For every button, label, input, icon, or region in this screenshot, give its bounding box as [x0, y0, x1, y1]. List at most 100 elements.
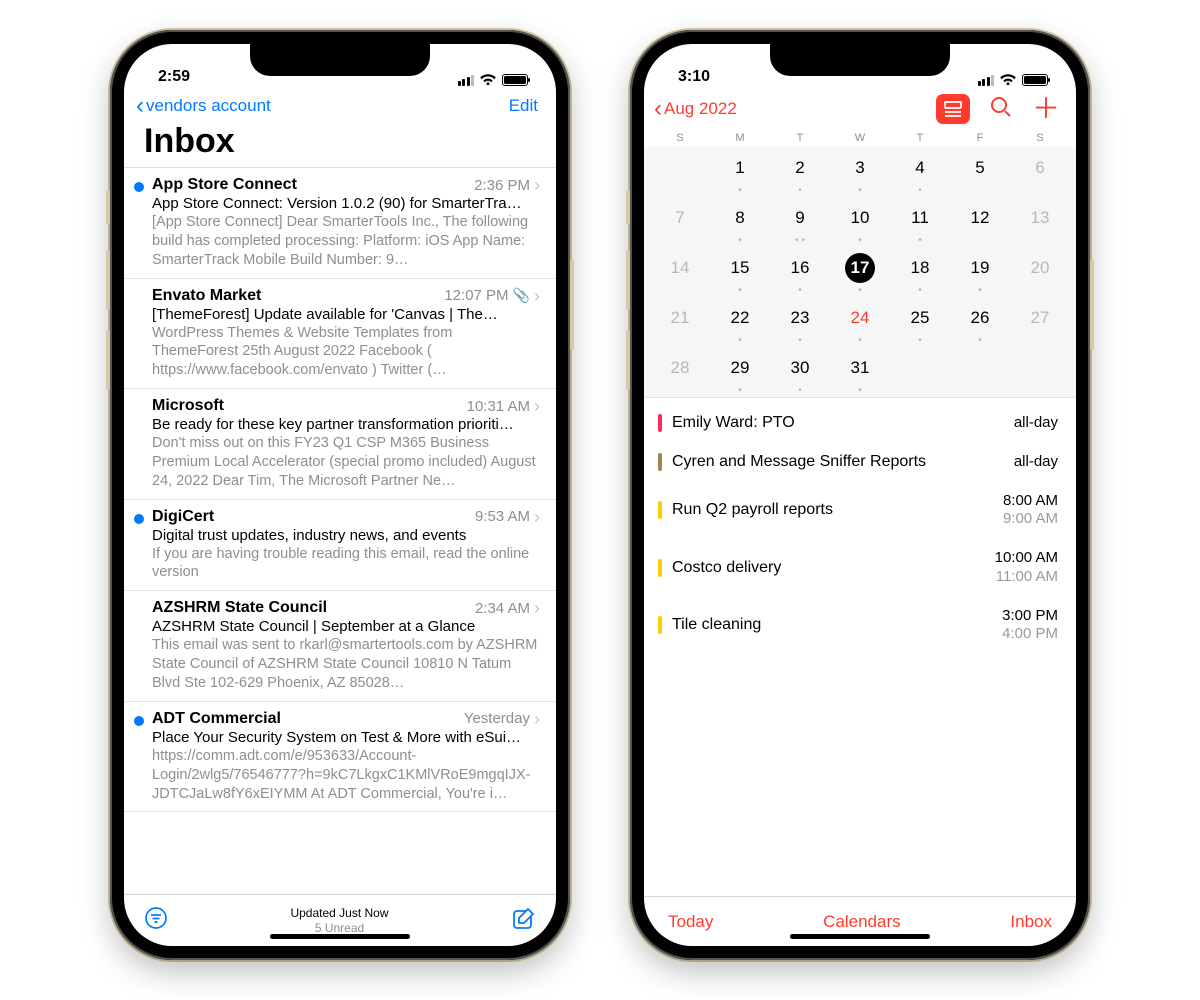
event-row[interactable]: Tile cleaning3:00 PM4:00 PM — [644, 597, 1076, 655]
day-cell[interactable]: 19• — [950, 247, 1010, 297]
day-cell[interactable]: 4• — [890, 147, 950, 197]
event-row[interactable]: Cyren and Message Sniffer Reportsall-day — [644, 443, 1076, 482]
mail-row[interactable]: Microsoft10:31 AM›Be ready for these key… — [124, 389, 556, 500]
today-button[interactable]: Today — [668, 912, 713, 932]
cal-back-button[interactable]: ‹ Aug 2022 — [654, 97, 737, 121]
day-number: 17 — [845, 253, 875, 283]
mail-time: 12:07 PM — [444, 287, 508, 304]
day-cell[interactable]: 27 — [1010, 297, 1070, 347]
day-cell[interactable]: 26• — [950, 297, 1010, 347]
mail-sender: App Store Connect — [152, 176, 297, 194]
day-cell[interactable]: 5 — [950, 147, 1010, 197]
page-title: Inbox — [124, 122, 556, 167]
home-indicator[interactable] — [270, 934, 410, 939]
inbox-button[interactable]: Inbox — [1010, 912, 1052, 932]
chevron-right-icon: › — [534, 287, 540, 305]
day-cell[interactable]: 14 — [650, 247, 710, 297]
mail-preview: [App Store Connect] Dear SmarterTools In… — [152, 213, 540, 270]
day-cell[interactable]: 6 — [1010, 147, 1070, 197]
event-dots: • — [858, 386, 862, 392]
day-cell[interactable]: 21 — [650, 297, 710, 347]
back-label: vendors account — [146, 96, 271, 116]
month-grid[interactable]: 1•2•3•4•5678•9• •10•11•12131415•16•17•18… — [644, 147, 1076, 397]
compose-button[interactable] — [511, 906, 536, 936]
filter-button[interactable] — [144, 906, 168, 935]
day-cell[interactable]: 16• — [770, 247, 830, 297]
mail-row[interactable]: AZSHRM State Council2:34 AM›AZSHRM State… — [124, 591, 556, 702]
cal-nav-bar: ‹ Aug 2022 ＋ — [644, 88, 1076, 128]
mail-time: 2:34 AM — [475, 600, 530, 617]
day-cell[interactable]: 2• — [770, 147, 830, 197]
mail-row[interactable]: ADT CommercialYesterday›Place Your Secur… — [124, 702, 556, 813]
mail-row[interactable]: Envato Market12:07 PM📎›[ThemeForest] Upd… — [124, 279, 556, 390]
battery-icon — [502, 74, 528, 86]
event-color-bar — [658, 453, 662, 471]
event-dots: • — [918, 286, 922, 292]
status-time: 2:59 — [158, 68, 190, 86]
day-cell[interactable]: 3• — [830, 147, 890, 197]
calendars-button[interactable]: Calendars — [823, 912, 901, 932]
day-number: 15 — [725, 253, 755, 283]
chevron-left-icon: ‹ — [654, 97, 662, 121]
day-cell[interactable]: 8• — [710, 197, 770, 247]
events-list[interactable]: Emily Ward: PTOall-dayCyren and Message … — [644, 397, 1076, 896]
event-time-end: 9:00 AM — [1003, 510, 1058, 529]
day-cell[interactable]: 12 — [950, 197, 1010, 247]
event-row[interactable]: Run Q2 payroll reports8:00 AM9:00 AM — [644, 482, 1076, 540]
day-cell[interactable]: 24• — [830, 297, 890, 347]
battery-icon — [1022, 74, 1048, 86]
day-cell[interactable]: 28 — [650, 347, 710, 397]
wifi-icon — [479, 73, 497, 86]
event-time-start: 8:00 AM — [1003, 492, 1058, 511]
day-cell[interactable]: 30• — [770, 347, 830, 397]
event-dots: • — [798, 386, 802, 392]
day-cell[interactable]: 7 — [650, 197, 710, 247]
event-dots: • — [918, 236, 922, 242]
add-button[interactable]: ＋ — [1032, 95, 1060, 123]
mail-subject: App Store Connect: Version 1.0.2 (90) fo… — [152, 195, 540, 212]
day-cell[interactable]: 29• — [710, 347, 770, 397]
day-number: 31 — [845, 353, 875, 383]
event-time-end: 4:00 PM — [1002, 625, 1058, 644]
day-cell[interactable]: 15• — [710, 247, 770, 297]
event-dots: • — [738, 336, 742, 342]
day-cell[interactable]: 11• — [890, 197, 950, 247]
day-cell[interactable]: 20 — [1010, 247, 1070, 297]
list-view-button[interactable] — [936, 94, 970, 124]
day-cell[interactable]: 22• — [710, 297, 770, 347]
event-row[interactable]: Emily Ward: PTOall-day — [644, 404, 1076, 443]
search-button[interactable] — [990, 96, 1012, 123]
notch — [250, 44, 430, 76]
day-cell[interactable]: 9• • — [770, 197, 830, 247]
day-cell[interactable]: 18 • — [890, 247, 950, 297]
day-number: 13 — [1025, 203, 1055, 233]
day-cell[interactable]: 13 — [1010, 197, 1070, 247]
toolbar-updated: Updated Just Now — [290, 906, 388, 921]
day-cell[interactable]: 23• — [770, 297, 830, 347]
weekday-label: S — [650, 132, 710, 144]
event-title: Emily Ward: PTO — [672, 414, 795, 432]
day-number: 14 — [665, 253, 695, 283]
day-cell[interactable]: 10• — [830, 197, 890, 247]
chevron-right-icon: › — [534, 710, 540, 728]
edit-button[interactable]: Edit — [509, 96, 538, 116]
day-cell[interactable]: 17• — [830, 247, 890, 297]
mail-list[interactable]: App Store Connect2:36 PM›App Store Conne… — [124, 167, 556, 894]
mail-sender: AZSHRM State Council — [152, 599, 327, 617]
event-time-start: 3:00 PM — [1002, 607, 1058, 626]
day-number: 1 — [725, 153, 755, 183]
day-cell[interactable]: 1• — [710, 147, 770, 197]
day-cell[interactable]: 25• — [890, 297, 950, 347]
event-row[interactable]: Costco delivery10:00 AM11:00 AM — [644, 539, 1076, 597]
day-number: 19 — [965, 253, 995, 283]
home-indicator[interactable] — [790, 934, 930, 939]
unread-dot — [134, 514, 144, 524]
day-number: 18 — [905, 253, 935, 283]
mail-row[interactable]: DigiCert9:53 AM›Digital trust updates, i… — [124, 500, 556, 592]
back-button[interactable]: ‹ vendors account — [136, 94, 271, 118]
mail-sender: Envato Market — [152, 287, 261, 305]
day-cell[interactable]: 31 • — [830, 347, 890, 397]
event-dots: • • — [795, 236, 805, 242]
mail-row[interactable]: App Store Connect2:36 PM›App Store Conne… — [124, 168, 556, 279]
chevron-right-icon: › — [534, 397, 540, 415]
